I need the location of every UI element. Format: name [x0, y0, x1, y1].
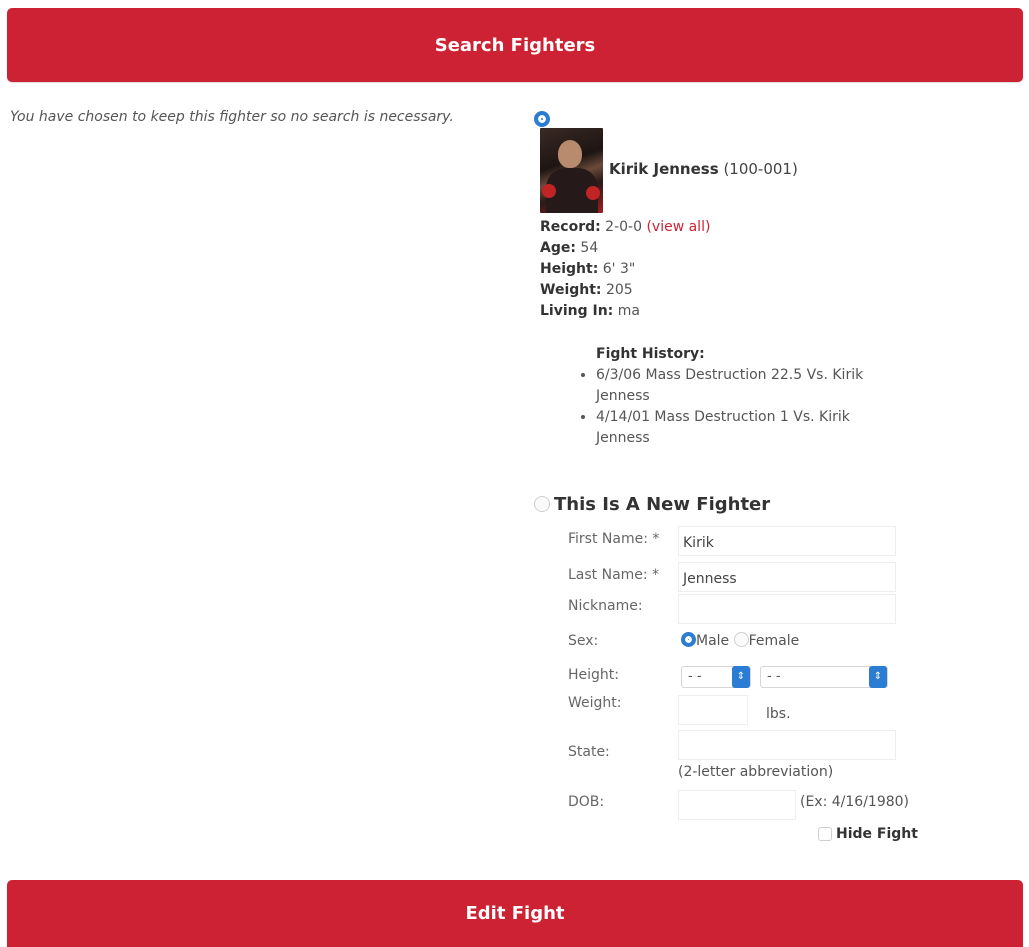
search-fighters-header[interactable]: Search Fighters	[7, 8, 1023, 82]
living-row: Living In: ma	[540, 301, 710, 322]
age-value: 54	[580, 240, 599, 256]
chevron-updown-icon: ⇕	[732, 666, 750, 688]
hide-fight-label: Hide Fight	[836, 826, 918, 842]
dob-label: DOB:	[568, 794, 605, 810]
last-name-input[interactable]: Jenness	[678, 562, 896, 592]
edit-fight-title: Edit Fight	[465, 903, 565, 924]
chevron-updown-icon: ⇕	[869, 666, 887, 688]
weight-row: Weight: 205	[540, 280, 710, 301]
fight-history: Fight History: 6/3/06 Mass Destruction 2…	[572, 344, 902, 449]
female-radio[interactable]	[733, 632, 749, 647]
fight-history-title: Fight History:	[596, 346, 705, 362]
weight-value: 205	[605, 282, 633, 298]
fighter-name: Kirik Jenness	[609, 160, 719, 178]
height-label: Height:	[540, 261, 599, 277]
keep-fighter-note: You have chosen to keep this fighter so …	[10, 109, 454, 125]
weight-label: Weight:	[540, 282, 602, 298]
height-inches-value: - -	[767, 669, 781, 684]
age-label: Age:	[540, 240, 576, 256]
edit-fight-header[interactable]: Edit Fight	[7, 880, 1023, 947]
height-value: 6' 3"	[602, 261, 636, 277]
fighter-id: (100-001)	[723, 160, 798, 178]
state-input[interactable]	[678, 730, 896, 760]
record-row: Record: 2-0-0 (view all)	[540, 217, 710, 238]
keep-fighter-radio[interactable]	[534, 111, 550, 127]
weight-form-label: Weight:	[568, 695, 622, 711]
sex-options: Male Female	[681, 632, 811, 649]
living-value: ma	[617, 303, 640, 319]
height-form-label: Height:	[568, 667, 619, 683]
fight-history-list: 6/3/06 Mass Destruction 22.5 Vs. Kirik J…	[572, 365, 902, 449]
first-name-input[interactable]: Kirik	[678, 526, 896, 556]
new-fighter-title: This Is A New Fighter	[554, 494, 771, 515]
weight-unit: lbs.	[766, 706, 791, 722]
nickname-label: Nickname:	[568, 598, 643, 614]
sex-label: Sex:	[568, 633, 599, 649]
nickname-input[interactable]	[678, 594, 896, 624]
fighter-photo	[540, 128, 603, 213]
female-label: Female	[748, 633, 800, 649]
height-feet-select[interactable]: - - ⇕	[681, 666, 751, 688]
first-name-label: First Name: *	[568, 531, 660, 547]
last-name-label: Last Name: *	[568, 567, 660, 583]
new-fighter-option[interactable]: This Is A New Fighter	[534, 494, 770, 515]
fighter-stats: Record: 2-0-0 (view all) Age: 54 Height:…	[540, 217, 710, 322]
male-radio[interactable]	[681, 632, 696, 647]
height-feet-value: - -	[688, 669, 702, 684]
hide-fight-checkbox[interactable]	[818, 827, 832, 841]
height-inches-select[interactable]: - - ⇕	[760, 666, 888, 688]
state-hint: (2-letter abbreviation)	[678, 764, 834, 780]
record-label: Record:	[540, 219, 601, 235]
male-label: Male	[696, 633, 730, 649]
height-row: Height: 6' 3"	[540, 259, 710, 280]
living-label: Living In:	[540, 303, 614, 319]
search-fighters-title: Search Fighters	[434, 34, 596, 56]
age-row: Age: 54	[540, 238, 710, 259]
state-label: State:	[568, 744, 610, 760]
view-all-link[interactable]: (view all)	[646, 219, 710, 235]
dob-hint: (Ex: 4/16/1980)	[800, 794, 910, 810]
fight-history-item: 4/14/01 Mass Destruction 1 Vs. Kirik Jen…	[596, 407, 902, 449]
fighter-name-line: Kirik Jenness (100-001)	[609, 160, 798, 178]
hide-fight-row: Hide Fight	[818, 826, 918, 842]
dob-input[interactable]	[678, 790, 796, 820]
weight-input[interactable]	[678, 695, 748, 725]
new-fighter-radio[interactable]	[534, 495, 550, 512]
fight-history-item: 6/3/06 Mass Destruction 22.5 Vs. Kirik J…	[596, 365, 902, 407]
record-value: 2-0-0	[605, 219, 642, 235]
